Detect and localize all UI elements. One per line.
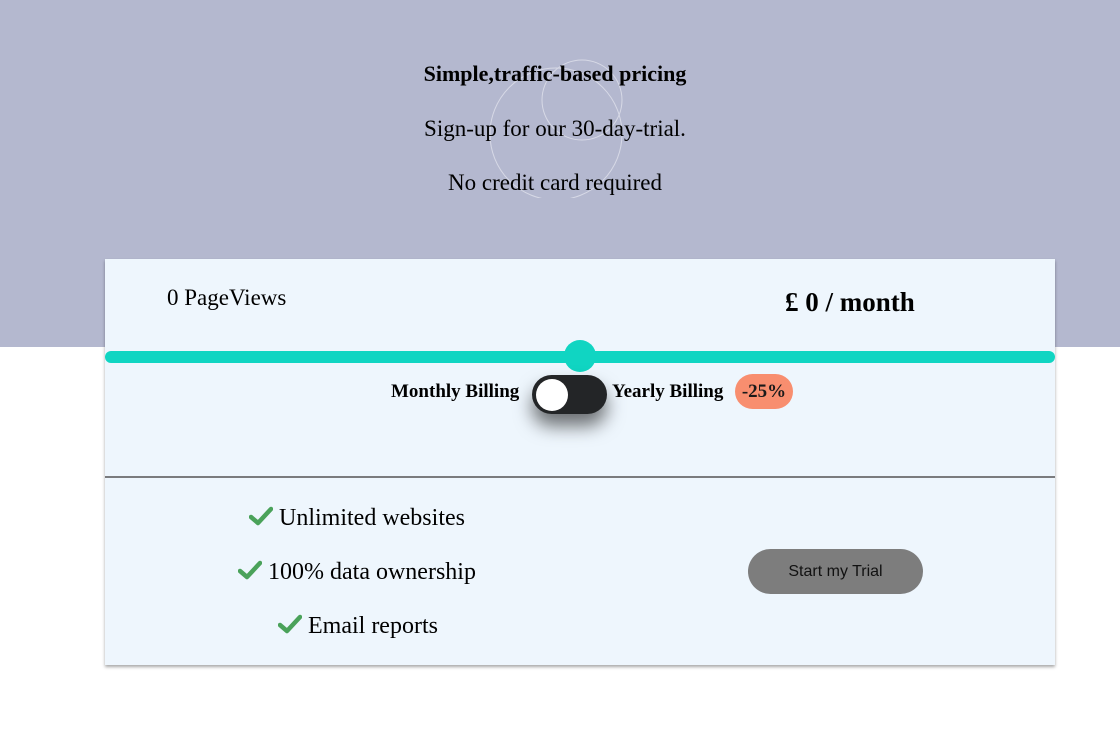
feature-label: Unlimited websites	[279, 505, 465, 531]
monthly-billing-label: Monthly Billing	[391, 381, 520, 402]
check-icon	[278, 614, 302, 634]
price-label: £ 0 / month	[785, 287, 915, 317]
feature-item-unlimited-websites: Unlimited websites	[249, 504, 465, 532]
yearly-billing-label: Yearly Billing	[612, 381, 724, 402]
feature-item-email-reports: Email reports	[278, 612, 438, 640]
hero-subtitle-trial: Sign-up for our 30-day-trial.	[424, 116, 686, 141]
pageviews-slider-thumb[interactable]	[564, 340, 596, 372]
check-icon	[249, 506, 273, 526]
feature-label: Email reports	[308, 613, 438, 639]
feature-label: 100% data ownership	[268, 559, 476, 585]
pageviews-label: 0 PageViews	[167, 285, 287, 310]
start-trial-button[interactable]: Start my Trial	[748, 549, 923, 594]
card-divider	[105, 476, 1055, 478]
page-title: Simple,traffic-based pricing	[423, 61, 687, 86]
check-icon	[238, 560, 262, 580]
discount-badge: -25%	[735, 374, 793, 409]
hero-subtitle-no-card: No credit card required	[448, 170, 662, 195]
pricing-card: 0 PageViews £ 0 / month Monthly Billing …	[105, 259, 1055, 665]
billing-toggle[interactable]	[532, 375, 607, 414]
feature-item-data-ownership: 100% data ownership	[238, 558, 476, 586]
billing-toggle-knob	[536, 379, 568, 411]
